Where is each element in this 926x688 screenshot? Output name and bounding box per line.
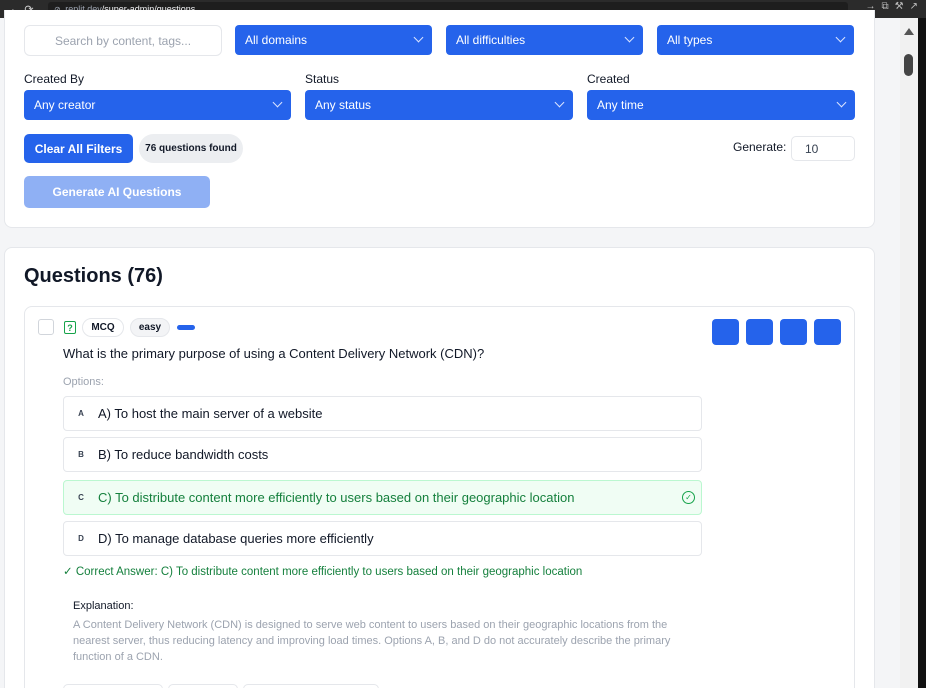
- generate-ai-questions-button[interactable]: Generate AI Questions: [24, 176, 210, 208]
- option-text: D) To manage database queries more effic…: [98, 531, 374, 546]
- option-letter: D: [78, 534, 84, 543]
- question-text: What is the primary purpose of using a C…: [63, 346, 485, 361]
- option-text: C) To distribute content more efficientl…: [98, 490, 575, 505]
- option-text: B) To reduce bandwidth costs: [98, 447, 269, 462]
- chevron-down-icon: [554, 97, 565, 108]
- created-label: Created: [587, 72, 630, 86]
- chevron-down-icon: [835, 32, 846, 43]
- footer-chip[interactable]: [243, 684, 379, 688]
- search-placeholder: Search by content, tags...: [54, 33, 192, 48]
- chevron-down-icon: [836, 97, 847, 108]
- domain-select[interactable]: All domains: [235, 25, 432, 55]
- correct-answer-text: ✓ Correct Answer: C) To distribute conte…: [63, 566, 583, 578]
- chevron-down-icon: [624, 32, 635, 43]
- status-select-value: Any status: [315, 98, 372, 112]
- scroll-thumb[interactable]: [904, 54, 913, 76]
- explanation-label: Explanation:: [73, 600, 134, 612]
- question-mark-icon: ?: [64, 321, 76, 334]
- generate-count-input[interactable]: 10: [791, 136, 855, 161]
- select-question-checkbox[interactable]: [38, 319, 54, 335]
- option-c: C C) To distribute content more efficien…: [63, 480, 702, 515]
- type-select[interactable]: All types: [657, 25, 854, 55]
- option-text: A) To host the main server of a website: [98, 406, 323, 421]
- footer-chip[interactable]: [168, 684, 238, 688]
- status-label: Status: [305, 72, 340, 86]
- domain-select-value: All domains: [245, 33, 308, 47]
- creator-select-value: Any creator: [34, 98, 96, 112]
- option-letter: C: [78, 493, 84, 502]
- edit-question-button[interactable]: [746, 319, 773, 345]
- difficulty-select[interactable]: All difficulties: [446, 25, 643, 55]
- check-circle-icon: ✓: [682, 491, 695, 504]
- delete-question-button[interactable]: [814, 319, 841, 345]
- option-d: D D) To manage database queries more eff…: [63, 521, 702, 556]
- difficulty-tag: easy: [130, 318, 170, 337]
- page-title: Questions (76): [24, 265, 163, 287]
- window-edge: [918, 18, 926, 688]
- option-a: A A) To host the main server of a websit…: [63, 396, 702, 431]
- clear-filters-button[interactable]: Clear All Filters: [24, 134, 133, 163]
- results-count-badge: 76 questions found: [139, 134, 243, 163]
- option-b: B B) To reduce bandwidth costs: [63, 437, 702, 472]
- type-tag: MCQ: [82, 318, 124, 337]
- created-by-label: Created By: [24, 72, 85, 86]
- created-select-value: Any time: [597, 98, 644, 112]
- options-label: Options:: [63, 376, 104, 388]
- devices-icon[interactable]: ⧉: [882, 1, 889, 12]
- search-input[interactable]: Search by content, tags...: [24, 25, 222, 56]
- duplicate-question-button[interactable]: [780, 319, 807, 345]
- open-external-icon[interactable]: ↗: [910, 1, 918, 12]
- wrench-icon[interactable]: ⚒: [895, 1, 904, 12]
- status-select[interactable]: Any status: [305, 90, 573, 120]
- creator-select[interactable]: Any creator: [24, 90, 291, 120]
- option-letter: B: [78, 450, 84, 459]
- view-question-button[interactable]: [712, 319, 739, 345]
- chevron-down-icon: [413, 32, 424, 43]
- page-scrollbar[interactable]: [900, 18, 918, 688]
- scroll-up-arrow-icon[interactable]: [904, 28, 914, 35]
- type-select-value: All types: [667, 33, 713, 47]
- created-select[interactable]: Any time: [587, 90, 855, 120]
- footer-chip[interactable]: [63, 684, 163, 688]
- difficulty-select-value: All difficulties: [456, 33, 526, 47]
- generate-count-label: Generate:: [733, 140, 787, 154]
- option-letter: A: [78, 409, 84, 418]
- explanation-text: A Content Delivery Network (CDN) is desi…: [73, 619, 671, 663]
- status-indicator: [177, 325, 195, 330]
- chevron-down-icon: [272, 97, 283, 108]
